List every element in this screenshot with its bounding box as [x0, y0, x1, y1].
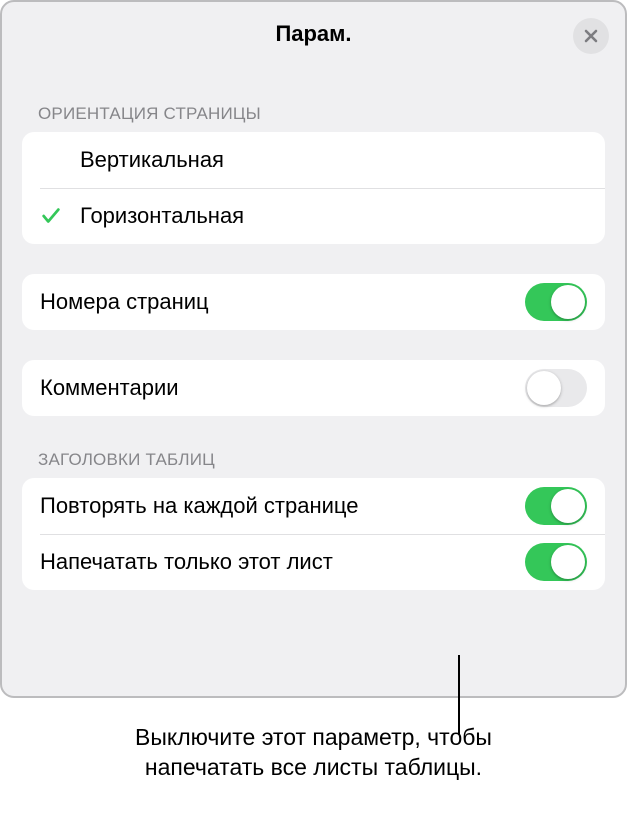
option-label: Вертикальная — [80, 147, 587, 173]
print-only-this-sheet-row: Напечатать только этот лист — [22, 534, 605, 590]
row-label: Номера страниц — [40, 289, 525, 315]
toggle-knob — [551, 285, 585, 319]
settings-panel: Парам. ОРИЕНТАЦИЯ СТРАНИЦЫ Вертикальная … — [0, 0, 627, 698]
orientation-group: Вертикальная Горизонтальная — [22, 132, 605, 244]
row-label: Повторять на каждой странице — [40, 493, 525, 519]
callout-line-1: Выключите этот параметр, чтобы — [135, 724, 492, 750]
page-numbers-row: Номера страниц — [22, 274, 605, 330]
checkmark-icon — [40, 205, 62, 227]
callout-line-2: напечатать все листы таблицы. — [145, 754, 482, 780]
orientation-option-portrait[interactable]: Вертикальная — [22, 132, 605, 188]
callout-text: Выключите этот параметр, чтобы напечатат… — [0, 723, 627, 783]
repeat-each-page-row: Повторять на каждой странице — [22, 478, 605, 534]
print-only-this-sheet-toggle[interactable] — [525, 543, 587, 581]
panel-header: Парам. — [2, 2, 625, 66]
comments-toggle[interactable] — [525, 369, 587, 407]
comments-row: Комментарии — [22, 360, 605, 416]
close-button[interactable] — [573, 18, 609, 54]
table-headers-group: Повторять на каждой странице Напечатать … — [22, 478, 605, 590]
page-numbers-group: Номера страниц — [22, 274, 605, 330]
section-header-table-headers: ЗАГОЛОВКИ ТАБЛИЦ — [22, 416, 605, 478]
page-numbers-toggle[interactable] — [525, 283, 587, 321]
section-header-orientation: ОРИЕНТАЦИЯ СТРАНИЦЫ — [22, 66, 605, 132]
check-area — [40, 205, 80, 227]
panel-content: ОРИЕНТАЦИЯ СТРАНИЦЫ Вертикальная Горизон… — [2, 66, 625, 590]
comments-group: Комментарии — [22, 360, 605, 416]
row-label: Комментарии — [40, 375, 525, 401]
repeat-each-page-toggle[interactable] — [525, 487, 587, 525]
row-label: Напечатать только этот лист — [40, 549, 525, 575]
panel-title: Парам. — [275, 21, 351, 47]
toggle-knob — [527, 371, 561, 405]
close-icon — [583, 28, 599, 44]
toggle-knob — [551, 489, 585, 523]
toggle-knob — [551, 545, 585, 579]
option-label: Горизонтальная — [80, 203, 587, 229]
orientation-option-landscape[interactable]: Горизонтальная — [22, 188, 605, 244]
